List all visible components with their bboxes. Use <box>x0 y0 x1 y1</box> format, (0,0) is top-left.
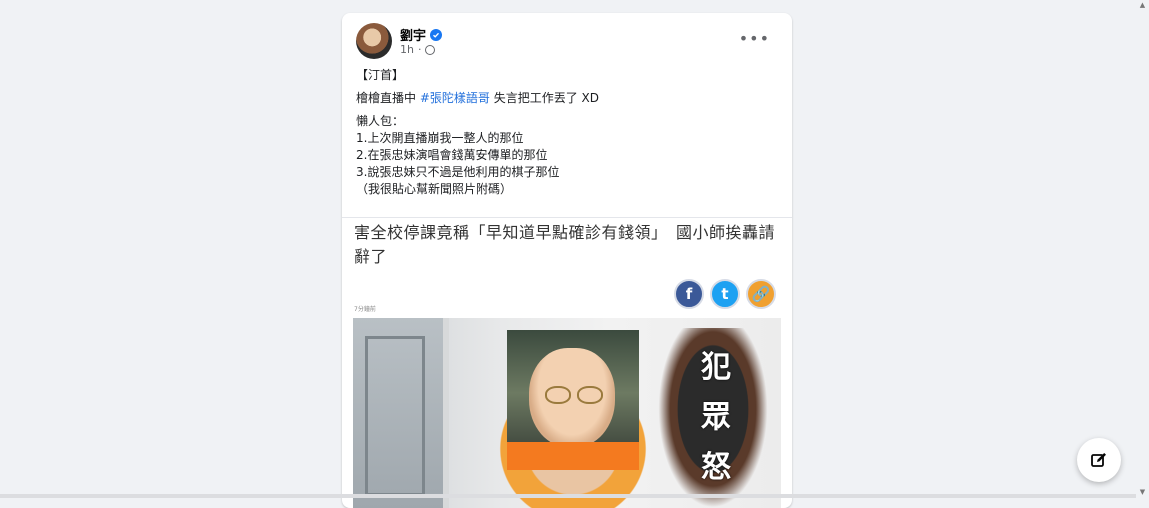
preview-caption: 7分鐘前 <box>354 306 376 313</box>
post-meta: 1h · <box>400 43 436 56</box>
vertical-scrollbar[interactable] <box>1136 10 1149 488</box>
author-name[interactable]: 劉宇 <box>400 25 426 44</box>
orange-shirt <box>507 442 639 470</box>
face <box>529 348 615 448</box>
verified-badge-icon <box>430 28 443 41</box>
post-timestamp[interactable]: 1h <box>400 43 414 56</box>
post-text-line: 【汀首】 <box>356 68 405 82</box>
share-buttons: f t 🔗 <box>674 279 776 309</box>
image-text-char: 怒 <box>701 450 731 485</box>
new-message-button[interactable] <box>1077 438 1121 482</box>
post-header: 劉宇 1h · ••• <box>356 23 778 63</box>
globe-icon <box>425 44 436 55</box>
more-options-button[interactable]: ••• <box>739 31 770 47</box>
post-text-line: 2.在張忠妹演唱會錢萬安傳單的那位 <box>356 148 548 162</box>
hashtag-link[interactable]: #張陀樣語哥 <box>420 91 490 105</box>
share-facebook-button[interactable]: f <box>674 279 704 309</box>
image-text-char: 犯 <box>701 350 731 385</box>
image-text-char: 眾 <box>701 400 731 435</box>
feed-post: 劉宇 1h · ••• 【汀首】 檜檜直播中 #張陀樣語哥 失言把工作丟了 XD… <box>342 13 792 508</box>
window-background <box>353 318 449 508</box>
link-preview-headline[interactable]: 害全校停課竟稱「早知道早點確診有錢領」 國小師挨轟請辭了 <box>354 221 784 269</box>
face-inset-photo <box>507 330 639 470</box>
post-text-span: 失言把工作丟了 XD <box>493 91 600 105</box>
new-message-icon <box>1091 453 1106 467</box>
horizontal-scrollbar[interactable] <box>0 494 1136 498</box>
author-avatar[interactable] <box>356 23 392 59</box>
post-text-line: 檜檜直播中 #張陀樣語哥 失言把工作丟了 XD <box>356 90 778 107</box>
divider <box>342 217 792 218</box>
copy-link-button[interactable]: 🔗 <box>746 279 776 309</box>
brush-stroke-graphic: 犯 眾 怒 <box>658 328 768 508</box>
scroll-down-icon[interactable]: ▼ <box>1136 486 1149 498</box>
glasses <box>539 386 605 406</box>
post-text: 【汀首】 檜檜直播中 #張陀樣語哥 失言把工作丟了 XD 懶人包： 1.上次開直… <box>356 67 778 198</box>
meta-separator: · <box>417 43 422 56</box>
post-text-span: 檜檜直播中 <box>356 91 417 105</box>
post-text-line: 3.說張忠妹只不過是他利用的棋子那位 <box>356 165 560 179</box>
glasses-lens <box>545 386 571 404</box>
post-text-line: 懶人包： <box>356 114 405 128</box>
link-preview-image[interactable]: 犯 眾 怒 <box>353 318 781 508</box>
share-twitter-button[interactable]: t <box>710 279 740 309</box>
post-text-line: （我很貼心幫新聞照片附碼） <box>356 182 513 196</box>
glasses-lens <box>577 386 603 404</box>
post-text-line: 1.上次開直播崩我一整人的那位 <box>356 131 524 145</box>
scroll-up-icon[interactable]: ▲ <box>1136 0 1149 10</box>
window-frame <box>365 336 425 496</box>
author-name-row: 劉宇 <box>400 25 443 44</box>
